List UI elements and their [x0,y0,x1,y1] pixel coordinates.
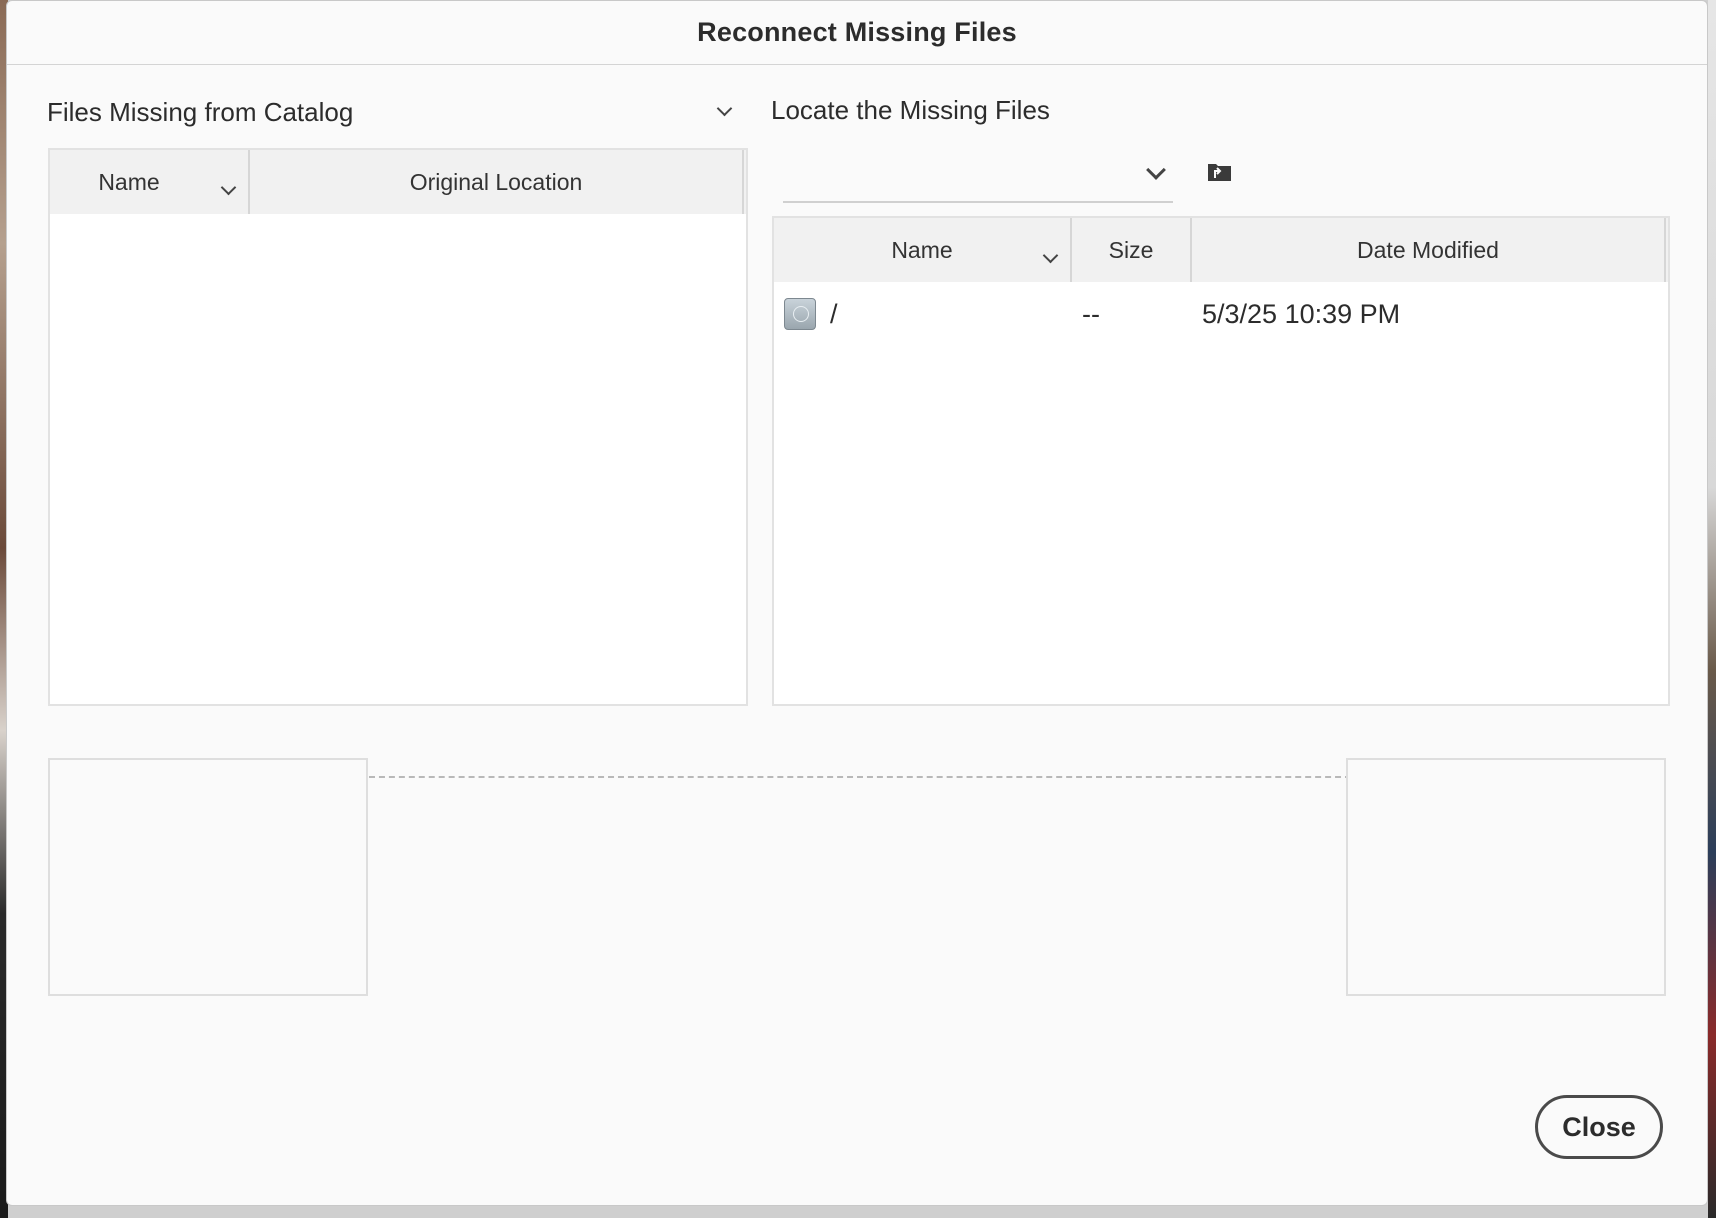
dialog-titlebar: Reconnect Missing Files [7,1,1707,65]
folder-path-dropdown[interactable] [783,151,1173,203]
connection-dashed-line [369,776,1351,778]
files-missing-dropdown-toggle[interactable] [716,100,733,119]
sort-chevron-icon[interactable] [220,172,237,199]
file-browser-table-header: Name Size Date Modified [774,218,1668,282]
column-header-name-label: Name [98,168,160,195]
missing-files-table-header: Name Original Location [50,150,746,214]
column-header-size-label: Size [1108,236,1154,263]
chevron-down-icon [1146,160,1166,182]
column-header-size[interactable]: Size [1072,218,1192,282]
row-name: / [830,298,838,329]
column-header-date-modified-label: Date Modified [1357,236,1499,263]
located-file-preview [1346,758,1666,996]
column-header-name[interactable]: Name [50,150,250,214]
row-size: -- [1082,298,1100,329]
chevron-down-icon [1042,247,1059,264]
file-browser-table: Name Size Date Modified / -- 5/3/25 10:3… [772,216,1670,706]
sort-chevron-icon[interactable] [1042,240,1059,267]
chevron-down-icon [716,100,733,117]
reconnect-missing-files-dialog: Reconnect Missing Files Files Missing fr… [6,0,1708,1206]
close-button[interactable]: Close [1535,1095,1663,1159]
column-header-original-location-label: Original Location [409,168,583,195]
missing-files-table: Name Original Location [48,148,748,706]
files-missing-heading: Files Missing from Catalog [47,97,354,127]
chevron-down-icon [220,179,237,196]
column-header-name-label: Name [891,236,953,263]
column-header-original-location[interactable]: Original Location [250,150,744,214]
missing-file-preview [48,758,368,996]
background-app-right [1708,0,1716,1218]
hard-disk-icon [784,298,816,330]
row-date-modified: 5/3/25 10:39 PM [1202,298,1401,329]
dialog-title: Reconnect Missing Files [697,17,1017,47]
column-header-date-modified[interactable]: Date Modified [1192,218,1666,282]
locate-missing-files-heading: Locate the Missing Files [771,95,1050,125]
folder-up-icon[interactable] [1207,161,1232,182]
table-row[interactable]: / -- 5/3/25 10:39 PM [774,284,1668,344]
column-header-name[interactable]: Name [774,218,1072,282]
